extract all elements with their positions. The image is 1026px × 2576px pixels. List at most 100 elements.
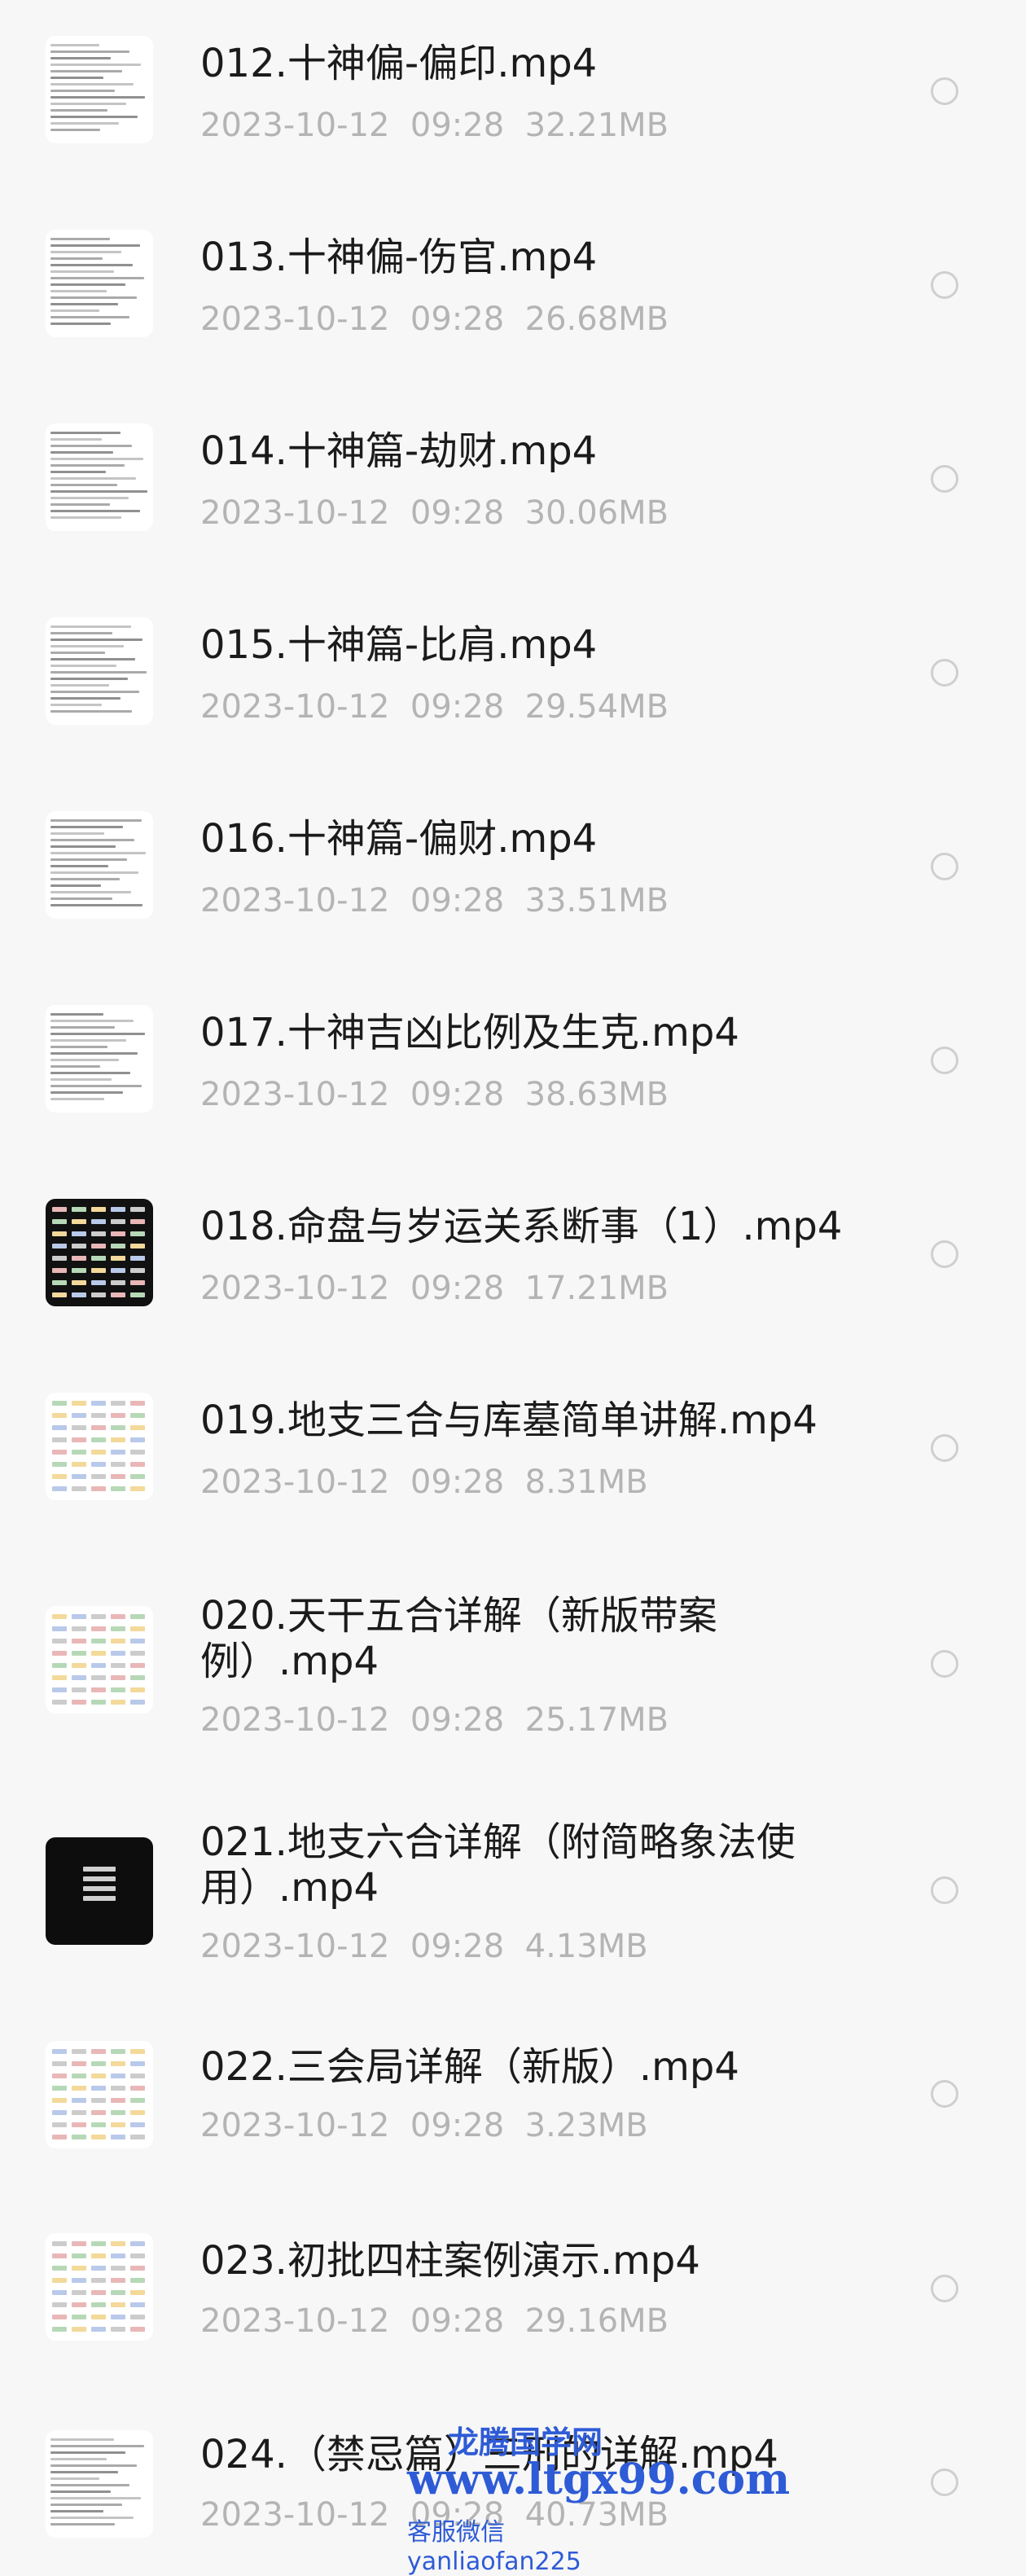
thumbnail-text-line — [50, 251, 121, 253]
thumbnail-text-line — [50, 516, 121, 519]
thumbnail-cell — [91, 1639, 106, 1643]
thumbnail-cell — [111, 2086, 125, 2091]
file-row[interactable]: 015.十神篇-比肩.mp4 2023-10-12 09:28 29.54MB — [0, 581, 1026, 770]
file-row[interactable]: 012.十神偏-偏印.mp4 2023-10-12 09:28 32.21MB — [0, 0, 1026, 189]
thumbnail-cell — [91, 2290, 106, 2295]
thumbnail-cell — [72, 1231, 86, 1236]
thumbnail-text-line — [50, 2471, 118, 2473]
file-row[interactable]: 022.三会局详解（新版）.mp4 2023-10-12 09:28 3.23M… — [0, 2003, 1026, 2192]
thumbnail-text-line — [50, 632, 112, 634]
file-date: 2023-10-12 — [200, 1701, 390, 1739]
file-row[interactable]: 016.十神篇-偏财.mp4 2023-10-12 09:28 33.51MB — [0, 775, 1026, 964]
select-radio-button[interactable] — [931, 853, 958, 880]
thumbnail-text-line — [50, 96, 145, 99]
file-row[interactable]: 017.十神吉凶比例及生克.mp4 2023-10-12 09:28 38.63… — [0, 969, 1026, 1158]
select-radio-button[interactable] — [931, 659, 958, 687]
thumbnail-text-line — [50, 64, 141, 66]
file-time: 09:28 — [410, 494, 505, 532]
thumbnail-cell — [72, 2098, 86, 2103]
thumbnail-cell — [130, 2122, 145, 2127]
file-row[interactable]: 023.初批四柱案例演示.mp4 2023-10-12 09:28 29.16M… — [0, 2197, 1026, 2386]
file-row[interactable]: 021.地支六合详解（附简略象法使用）.mp4 2023-10-12 09:28… — [0, 1777, 1026, 2003]
file-meta: 2023-10-12 09:28 26.68MB — [200, 300, 669, 339]
select-radio-button[interactable] — [931, 271, 958, 299]
thumbnail-text-line — [50, 691, 139, 693]
thumbnail-cell — [52, 1292, 67, 1297]
thumbnail-cell — [52, 2290, 67, 2295]
thumbnail-cell — [52, 1700, 67, 1705]
thumbnail-cell — [52, 2253, 67, 2258]
select-radio-button[interactable] — [931, 2275, 958, 2302]
file-name: 022.三会局详解（新版）.mp4 — [200, 2044, 739, 2090]
file-thumbnail — [46, 1606, 153, 1714]
thumbnail-cell — [52, 1450, 67, 1455]
file-date: 2023-10-12 — [200, 2107, 390, 2144]
file-name: 021.地支六合详解（附简略象法使用）.mp4 — [200, 1819, 796, 1911]
thumbnail-cell — [91, 2135, 106, 2139]
thumbnail-cell — [72, 2327, 86, 2332]
thumbnail-cell — [111, 2135, 125, 2139]
thumbnail-cell — [52, 1231, 67, 1236]
file-row[interactable]: 020.天干五合详解（新版带案例）.mp4 2023-10-12 09:28 2… — [0, 1551, 1026, 1777]
select-radio-button[interactable] — [931, 77, 958, 105]
thumbnail-cell — [91, 2241, 106, 2246]
thumbnail-cell — [130, 1626, 145, 1631]
thumbnail-text-line — [50, 2445, 144, 2447]
select-radio-button[interactable] — [931, 1047, 958, 1074]
thumbnail-text-line — [50, 432, 121, 434]
thumbnail-cell — [52, 1244, 67, 1249]
file-row[interactable]: 014.十神篇-劫财.mp4 2023-10-12 09:28 30.06MB — [0, 388, 1026, 577]
thumbnail-cell — [111, 2098, 125, 2103]
thumbnail-text-line — [50, 77, 103, 79]
thumbnail-cell — [111, 2302, 125, 2307]
select-radio-button[interactable] — [931, 465, 958, 493]
select-radio-button[interactable] — [931, 1240, 958, 1268]
file-meta: 2023-10-12 09:28 29.54MB — [200, 687, 669, 726]
thumbnail-text-line — [50, 458, 143, 460]
thumbnail-cell — [72, 2302, 86, 2307]
thumbnail-text-line — [50, 497, 129, 499]
select-radio-button[interactable] — [931, 2468, 958, 2496]
thumbnail-cell — [52, 1639, 67, 1643]
thumbnail-text-line — [50, 2464, 137, 2467]
file-date: 2023-10-12 — [200, 688, 390, 726]
thumbnail-cell — [111, 2266, 125, 2271]
thumbnail-cell — [130, 1256, 145, 1261]
thumbnail-cell — [91, 2122, 106, 2127]
file-name: 018.命盘与岁运关系断事（1）.mp4 — [200, 1204, 843, 1249]
thumbnail-text-line — [50, 257, 103, 260]
thumbnail-text-line — [50, 2523, 115, 2526]
thumbnail-text-line — [50, 477, 136, 480]
select-radio-button[interactable] — [931, 1876, 958, 1904]
thumbnail-cell — [72, 2135, 86, 2139]
thumbnail-cell — [72, 2278, 86, 2283]
thumbnail-cell — [111, 1687, 125, 1692]
file-row[interactable]: 013.十神偏-伤官.mp4 2023-10-12 09:28 26.68MB — [0, 194, 1026, 383]
select-radio-button[interactable] — [931, 1650, 958, 1678]
file-date: 2023-10-12 — [200, 107, 390, 144]
file-row[interactable]: 018.命盘与岁运关系断事（1）.mp4 2023-10-12 09:28 17… — [0, 1163, 1026, 1352]
thumbnail-cell — [130, 1462, 145, 1467]
thumbnail-cell — [91, 2266, 106, 2271]
thumbnail-cell — [52, 1474, 67, 1479]
thumbnail-text-line — [50, 871, 138, 874]
thumbnail-text-line — [50, 826, 123, 828]
file-row[interactable]: 019.地支三合与库墓简单讲解.mp4 2023-10-12 09:28 8.3… — [0, 1357, 1026, 1546]
thumbnail-cell — [72, 1675, 86, 1680]
thumbnail-cell — [91, 1614, 106, 1619]
thumbnail-cell — [130, 2327, 145, 2332]
thumbnail-cell — [111, 2122, 125, 2127]
thumbnail-cell — [130, 2290, 145, 2295]
thumbnail-cell — [111, 1268, 125, 1273]
thumbnail-cell — [130, 1268, 145, 1273]
thumbnail-text-line — [50, 471, 106, 473]
file-time: 09:28 — [410, 688, 505, 726]
thumbnail-cell — [111, 1663, 125, 1668]
thumbnail-cell — [111, 1450, 125, 1455]
select-radio-button[interactable] — [931, 2080, 958, 2108]
thumbnail-text-line — [50, 83, 134, 86]
select-radio-button[interactable] — [931, 1434, 958, 1462]
thumbnail-cell — [130, 1663, 145, 1668]
thumbnail-cell — [130, 1231, 145, 1236]
thumbnail-cell — [130, 1425, 145, 1430]
